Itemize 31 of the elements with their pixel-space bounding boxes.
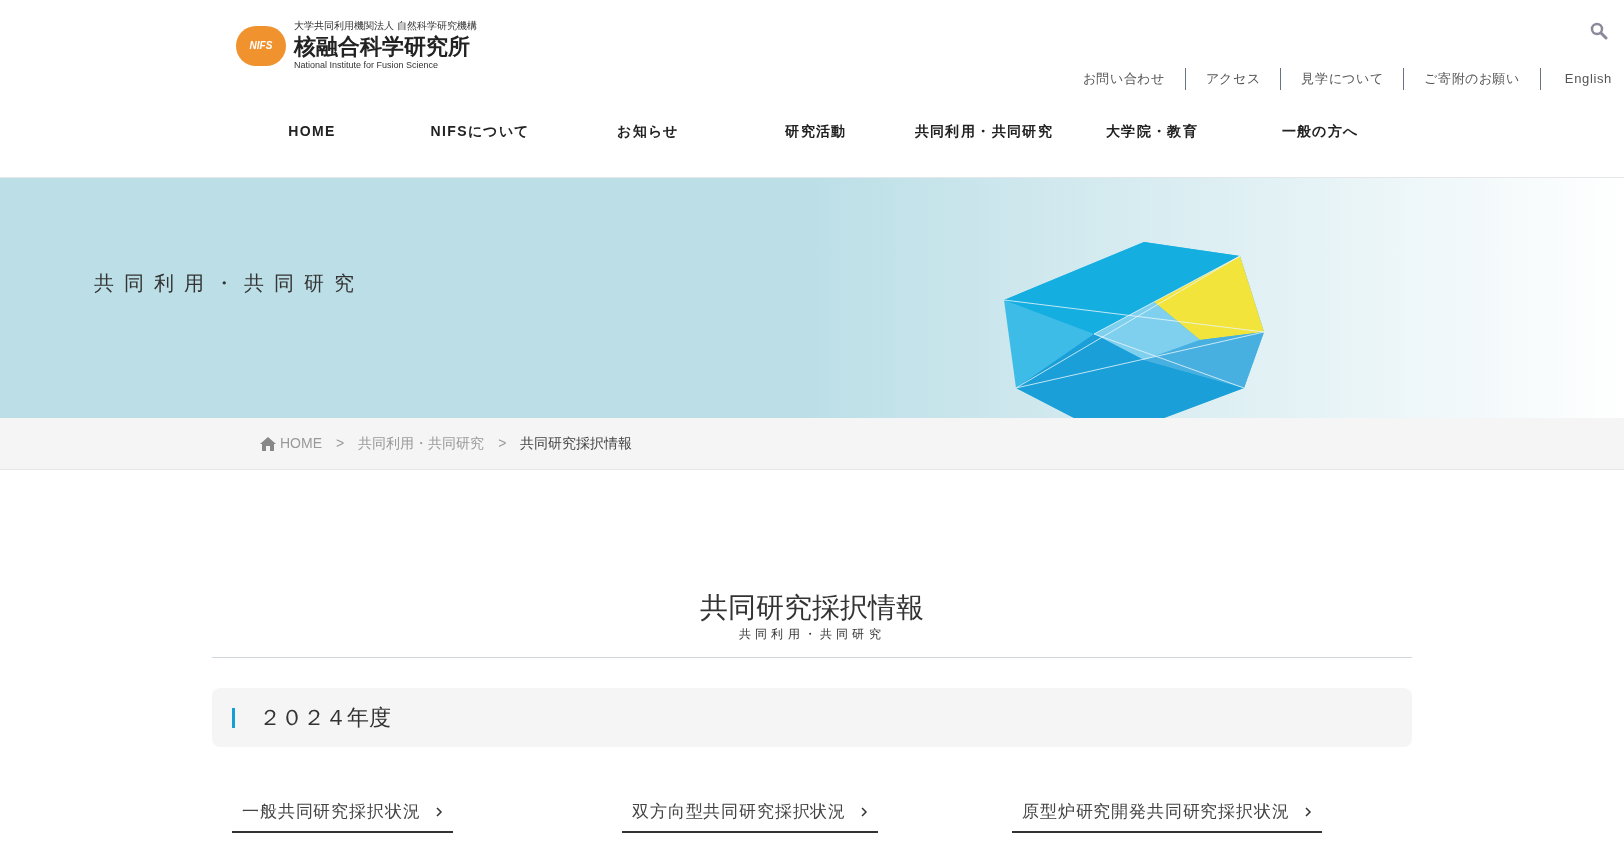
breadcrumb-current: 共同研究採択情報 [520,434,633,453]
section-link[interactable]: 双方向型共同研究採択状況 [622,799,879,833]
breadcrumb-separator: > [498,434,507,453]
nav-link[interactable]: お知らせ [564,121,732,143]
breadcrumb-separator: > [336,434,345,453]
page-subtitle: 共同利用・共同研究 [739,626,885,643]
utility-link[interactable]: ご寄附のお願い [1404,69,1540,89]
section-link[interactable]: 一般共同研究採択状況 [232,799,453,833]
logo-name: 核融合科学研究所 [294,32,471,60]
chevron-right-icon [1303,806,1312,817]
nav-link[interactable]: 大学院・教育 [1068,121,1236,143]
utility-link[interactable]: 見学について [1281,69,1404,89]
chevron-right-icon [434,806,443,817]
nav-link[interactable]: HOME [228,121,396,143]
hero-title: 共同利用・共同研究 [94,271,364,296]
utility-link[interactable]: English [1540,69,1612,89]
logo-org-line: 大学共同利用機関法人 自然科学研究機構 [294,20,477,33]
nav-link[interactable]: 一般の方へ [1236,121,1404,143]
utility-link[interactable]: アクセス [1185,69,1281,89]
nav-link[interactable]: NIFSについて [396,121,564,143]
chevron-right-icon [860,806,869,817]
accent-bar [232,707,235,728]
search-icon[interactable] [1590,22,1608,40]
section-title: ２０２４年度 [259,704,391,732]
nav-link[interactable]: 研究活動 [732,121,900,143]
home-icon [260,436,276,451]
section-link[interactable]: 原型炉研究開発共同研究採択状況 [1012,799,1322,833]
page-title: 共同研究採択情報 [700,591,924,625]
nav-link[interactable]: 共同利用・共同研究 [900,121,1068,143]
utility-link[interactable]: お問い合わせ [1062,69,1185,89]
logo-name-en: National Institute for Fusion Science [294,60,440,72]
